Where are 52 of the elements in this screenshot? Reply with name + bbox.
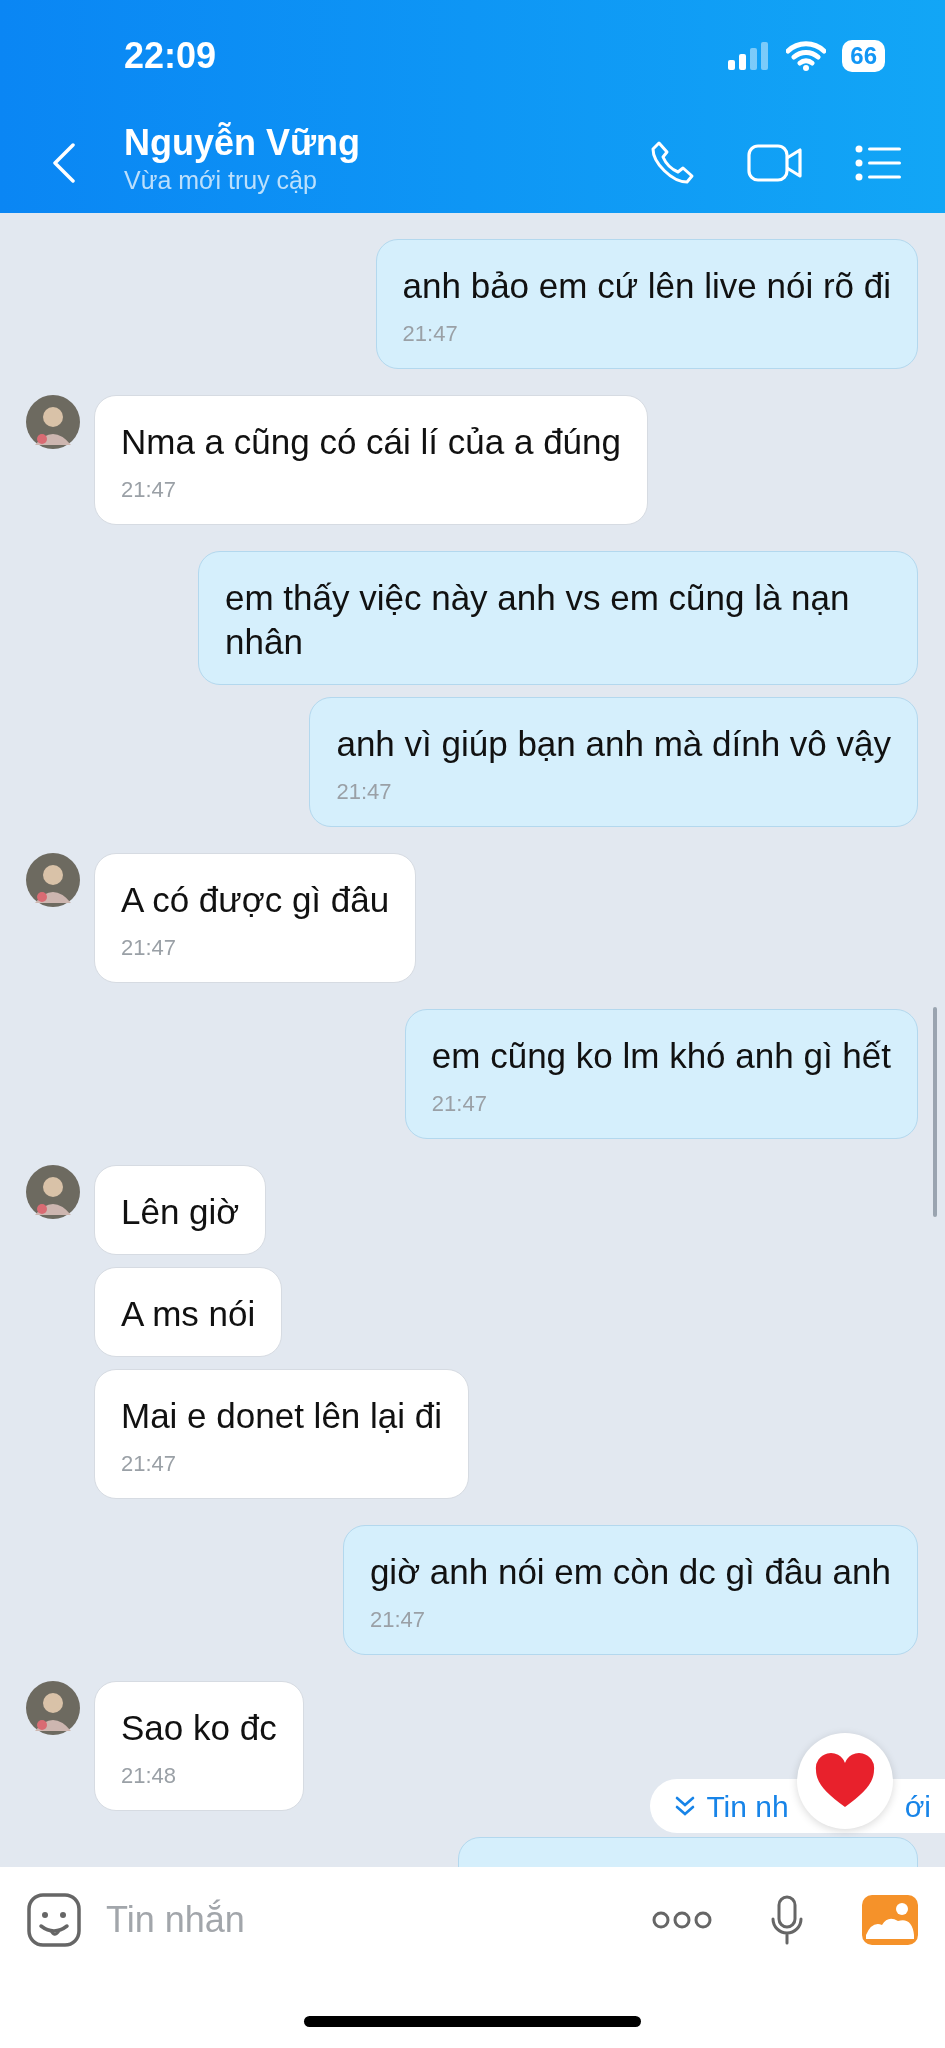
message-input[interactable]: Tin nhắn (104, 1891, 524, 1948)
wifi-icon (786, 41, 827, 71)
message-time: 21:47 (431, 1090, 488, 1118)
signal-icon (728, 42, 771, 70)
message-text: em thấy việc này anh vs em cũng là nạn nhân (225, 577, 851, 663)
message-text: Nma a cũng có cái lí của a đúng (121, 421, 621, 463)
more-icon[interactable] (652, 1910, 712, 1929)
message-bubble[interactable]: anh bảo em cứ lên live nói rõ đi 21:47 (375, 239, 918, 369)
message-text: anh vì giúp bạn anh mà dính vô vậy (336, 723, 891, 765)
message-time: 21:48 (121, 1762, 178, 1790)
message-text: A có được gì đâu (121, 879, 390, 921)
message-bubble[interactable]: Mai e donet lên lại đi 21:47 (94, 1369, 470, 1499)
avatar[interactable] (26, 395, 80, 449)
message-bubble[interactable]: em thấy việc này anh vs em cũng là nạn nhân (198, 551, 918, 685)
avatar[interactable] (26, 1681, 80, 1735)
chevron-down-icon (674, 1795, 697, 1817)
message-text: Sao ko đc (121, 1707, 277, 1749)
message-bubble[interactable]: A có được gì đâu 21:47 (94, 853, 417, 983)
message-bubble[interactable]: Nma a cũng có cái lí của a đúng 21:47 (94, 395, 648, 525)
message-bubble[interactable]: giờ anh nói em còn dc gì đâu anh 21:47 (342, 1525, 918, 1655)
message-text: Lên giờ (121, 1191, 240, 1233)
avatar[interactable] (26, 853, 80, 907)
message-text: A ms nói (121, 1293, 256, 1335)
message-text: Mai e donet lên lại đi (121, 1395, 443, 1437)
image-icon[interactable] (862, 1894, 918, 1945)
message-time: 21:47 (121, 1450, 178, 1478)
contact-status: Vừa mới truy cập (124, 164, 318, 196)
message-time: 21:47 (336, 778, 393, 806)
message-bubble[interactable]: em cũng ko lm khó anh gì hết 21:47 (404, 1009, 918, 1139)
clock-time: 22:09 (124, 34, 217, 78)
heart-button[interactable] (797, 1733, 893, 1829)
message-bubble[interactable]: Lên giờ (94, 1165, 267, 1255)
message-time: 21:47 (121, 476, 178, 504)
avatar[interactable] (26, 1165, 80, 1219)
message-time: 21:47 (121, 934, 178, 962)
sticker-icon[interactable] (26, 1891, 82, 1948)
message-bubble[interactable]: Sao ko đc 21:48 (94, 1681, 304, 1811)
message-bubble[interactable]: A ms nói (94, 1267, 283, 1357)
microphone-icon[interactable] (770, 1894, 804, 1945)
heart-icon (814, 1753, 876, 1809)
message-time: 21:47 (402, 320, 459, 348)
message-text: giờ anh nói em còn dc gì đâu anh (369, 1551, 891, 1593)
menu-icon[interactable] (855, 144, 901, 181)
message-text: em cũng ko lm khó anh gì hết (431, 1035, 891, 1077)
message-bubble[interactable]: anh vì giúp bạn anh mà dính vô vậy 21:47 (309, 697, 918, 827)
video-call-icon[interactable] (747, 142, 803, 183)
message-text: anh bảo em cứ lên live nói rõ đi (402, 265, 891, 307)
message-time: 21:47 (369, 1606, 426, 1634)
battery-level: 66 (842, 40, 885, 72)
contact-name: Nguyễn Vững (124, 122, 361, 163)
back-icon[interactable] (52, 142, 76, 183)
phone-icon[interactable] (649, 139, 695, 186)
